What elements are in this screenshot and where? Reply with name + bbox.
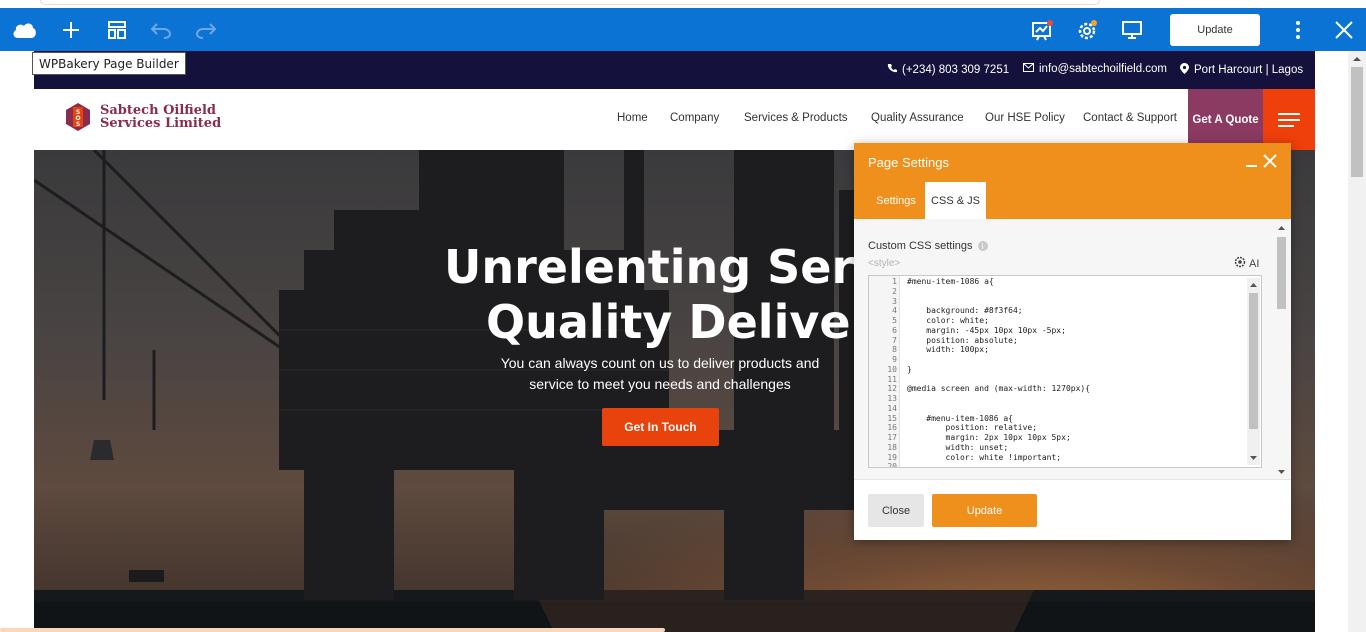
- line-number: 4: [892, 306, 897, 316]
- panel-close-icon[interactable]: [1262, 153, 1278, 174]
- responsive-icon[interactable]: [1112, 8, 1152, 51]
- nav-home[interactable]: Home: [617, 112, 648, 124]
- ai-gear-icon: [1234, 256, 1246, 271]
- panel-update-button[interactable]: Update: [932, 494, 1037, 527]
- tab-settings[interactable]: Settings: [868, 182, 924, 219]
- code-line[interactable]: position: relative;: [907, 423, 1038, 433]
- line-number: 14: [887, 403, 897, 413]
- code-line[interactable]: #menu-item-1086 a{: [907, 414, 1013, 424]
- templates-icon[interactable]: [97, 8, 137, 51]
- nav-contact-support[interactable]: Contact & Support: [1083, 112, 1177, 124]
- nav-services-products[interactable]: Services & Products: [744, 112, 848, 124]
- tab-css-js[interactable]: CSS & JS: [925, 182, 986, 219]
- line-number: 8: [892, 345, 897, 355]
- code-line[interactable]: margin: 2px 10px 10px 5px;: [907, 433, 1071, 443]
- nav-hse-policy[interactable]: Our HSE Policy: [985, 112, 1065, 124]
- line-number: 10: [887, 364, 897, 374]
- minimize-icon[interactable]: [1246, 165, 1257, 167]
- more-icon[interactable]: [1278, 8, 1318, 51]
- line-number: 20: [887, 462, 897, 468]
- code-line[interactable]: background: #8f3f64;: [907, 306, 1022, 316]
- location-pin-icon: [1180, 63, 1189, 77]
- style-tag: <style>: [868, 258, 901, 269]
- line-number: 12: [887, 384, 897, 394]
- line-number: 11: [887, 374, 897, 384]
- code-line[interactable]: }: [907, 365, 912, 375]
- seo-icon[interactable]: [1022, 8, 1062, 51]
- css-code-editor[interactable]: 1 #menu-item-1086 a{ 2 3 4 background: #8f3f…: [868, 275, 1262, 468]
- top-strip: [0, 0, 1366, 8]
- site-logo[interactable]: S O S Sabtech Oilfield Services Limited: [62, 101, 221, 133]
- panel-title: Page Settings: [868, 155, 949, 170]
- code-line[interactable]: width: unset;: [907, 443, 1009, 453]
- mail-icon: [1023, 63, 1034, 75]
- svg-text:S: S: [76, 121, 80, 128]
- close-icon[interactable]: [1324, 8, 1364, 51]
- line-number: 2: [892, 286, 897, 296]
- code-line[interactable]: color: white !important;: [907, 453, 1062, 463]
- code-line[interactable]: @media screen and (max-width: 1270px){: [907, 384, 1090, 394]
- get-a-quote-button[interactable]: Get A Quote: [1188, 89, 1263, 150]
- update-button[interactable]: Update: [1170, 14, 1260, 46]
- line-number: 13: [887, 394, 897, 403]
- email-info[interactable]: info@sabtechoilfield.com: [1023, 63, 1167, 75]
- line-number: 17: [887, 433, 897, 442]
- logo-line2: Services Limited: [100, 116, 222, 131]
- close-button[interactable]: Close: [868, 494, 924, 527]
- panel-footer: Close Update: [854, 479, 1291, 540]
- code-line[interactable]: color: white;: [907, 316, 989, 326]
- page-settings-panel: Page Settings Settings CSS & JS Custom C…: [854, 143, 1291, 540]
- bottom-strip: [0, 628, 665, 632]
- get-in-touch-button[interactable]: Get In Touch: [602, 408, 719, 446]
- wpbakery-toolbar: Update: [0, 8, 1366, 51]
- page-scrollbar[interactable]: [1348, 51, 1366, 632]
- line-number: 5: [892, 316, 897, 325]
- add-element-icon[interactable]: [51, 8, 91, 51]
- line-number: 7: [892, 335, 897, 345]
- cloud-logo-icon[interactable]: [4, 8, 44, 51]
- logo-mark-icon: S O S: [62, 101, 94, 133]
- settings-icon[interactable]: [1067, 8, 1107, 51]
- line-number: 15: [887, 413, 897, 423]
- panel-header[interactable]: Page Settings Settings CSS & JS: [854, 143, 1291, 219]
- line-number: 6: [892, 325, 897, 335]
- info-icon[interactable]: i: [977, 241, 988, 251]
- hero-subtitle: You can always count on us to deliver pr…: [500, 355, 820, 392]
- phone-icon: [887, 63, 897, 76]
- code-line[interactable]: width: 100px;: [907, 345, 989, 355]
- editor-scrollbar[interactable]: [1247, 278, 1260, 465]
- code-line[interactable]: position: absolute;: [907, 336, 1018, 346]
- phone-info[interactable]: (+234) 803 309 7251: [887, 63, 1009, 76]
- menu-toggle-icon[interactable]: [1263, 89, 1315, 150]
- builder-tooltip: WPBakery Page Builder: [32, 52, 186, 75]
- nav-quality-assurance[interactable]: Quality Assurance: [871, 112, 964, 124]
- line-number: 18: [887, 442, 897, 452]
- panel-scroll-up-icon[interactable]: [1275, 223, 1288, 233]
- page-scroll-up-icon[interactable]: [1348, 53, 1366, 65]
- location-info: Port Harcourt | Lagos: [1180, 63, 1303, 77]
- undo-icon[interactable]: [141, 8, 181, 51]
- line-number: 16: [887, 423, 897, 433]
- top-info-bar: (+234) 803 309 7251 info@sabtechoilfield…: [34, 51, 1315, 89]
- line-number: 19: [887, 452, 897, 462]
- scroll-down-icon[interactable]: [1247, 453, 1260, 463]
- site-header: S O S Sabtech Oilfield Services Limited …: [34, 89, 1315, 150]
- scroll-up-icon[interactable]: [1247, 280, 1260, 290]
- code-line[interactable]: #menu-item-1086 a{: [907, 277, 994, 287]
- line-number: 3: [892, 296, 897, 306]
- panel-scroll-down-icon[interactable]: [1275, 467, 1288, 477]
- code-line[interactable]: margin: -45px 10px 10px -5px;: [907, 326, 1066, 336]
- line-number: 1: [892, 277, 897, 286]
- panel-body: Custom CSS settings i <style> AI 1 #menu-…: [854, 219, 1291, 479]
- ai-button[interactable]: AI: [1234, 256, 1259, 271]
- nav-company[interactable]: Company: [670, 112, 719, 124]
- custom-css-label: Custom CSS settings i: [868, 240, 988, 252]
- panel-scrollbar[interactable]: [1275, 223, 1288, 477]
- redo-icon[interactable]: [186, 8, 226, 51]
- line-number: 9: [892, 355, 897, 364]
